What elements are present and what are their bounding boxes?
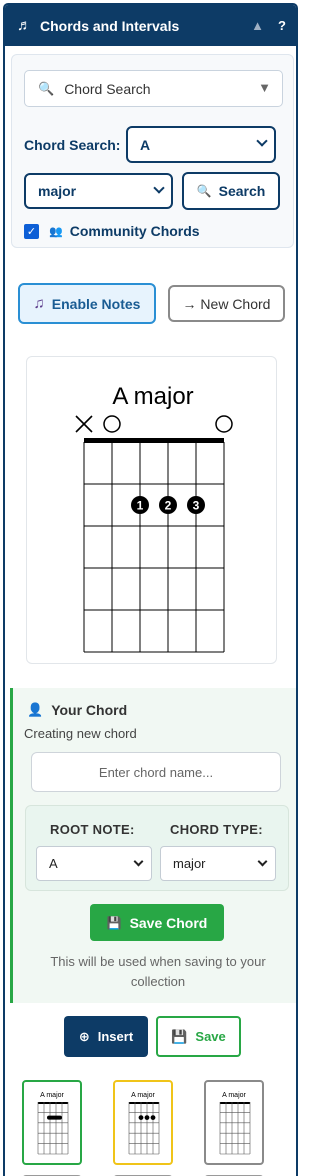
search-icon: 🔍	[38, 80, 55, 96]
search-button[interactable]: 🔍 Search	[182, 172, 280, 210]
your-chord-section: 👤 Your Chord Creating new chord Enter ch…	[10, 688, 296, 1003]
music-note-icon: ♫	[33, 295, 45, 312]
insert-button[interactable]: ⊕ Insert	[64, 1016, 148, 1057]
save-chord-button[interactable]: 💾 Save Chord	[90, 904, 224, 941]
chord-diagram-title: A major	[112, 383, 193, 410]
search-mode-label: Chord Search	[64, 80, 151, 97]
your-root-note-select[interactable]: A	[36, 846, 152, 881]
thumbnail-diagram: A major	[37, 1092, 69, 1155]
dropdown-caret-icon: ▼	[258, 80, 271, 95]
chord-diagram-card: A major 1 2 3	[26, 356, 277, 664]
collapse-icon[interactable]: ▲	[251, 18, 264, 33]
chevron-down-icon	[133, 856, 144, 867]
your-root-note-value: A	[49, 856, 58, 871]
enable-notes-button[interactable]: ♫ Enable Notes	[18, 283, 156, 324]
search-card: 🔍 Chord Search ▼ Chord Search: A major 🔍…	[11, 54, 294, 248]
thumbnail-diagram: A major	[219, 1092, 251, 1155]
chord-attributes-card: ROOT NOTE: CHORD TYPE: A major	[25, 805, 289, 891]
search-mode-select[interactable]: 🔍 Chord Search ▼	[24, 70, 283, 107]
finger-number: 1	[137, 499, 144, 513]
people-icon: 👥	[49, 225, 63, 238]
thumbnail-title: A major	[40, 1092, 64, 1099]
thumbnail-title: A major	[222, 1092, 246, 1099]
person-icon: 👤	[27, 702, 44, 717]
plus-circle-icon: ⊕	[78, 1028, 90, 1044]
save-hint: This will be used when saving to your co…	[50, 954, 266, 989]
panel-title: Chords and Intervals	[40, 17, 180, 34]
checkbox-checked-icon[interactable]: ✓	[24, 223, 39, 239]
chevron-down-icon	[153, 182, 165, 194]
root-note-select[interactable]: A	[126, 126, 276, 163]
your-chord-title: 👤 Your Chord	[27, 702, 127, 718]
thumbnail-diagram: A major	[128, 1092, 160, 1155]
finger-number: 2	[165, 499, 172, 513]
your-chord-heading: Your Chord	[51, 702, 128, 718]
search-button-label: Search	[218, 183, 266, 199]
thumbnail-title: A major	[131, 1092, 155, 1099]
chevron-down-icon	[256, 135, 268, 147]
your-chord-type-select[interactable]: major	[160, 846, 276, 881]
your-chord-status: Creating new chord	[24, 726, 137, 741]
chord-type-select[interactable]: major	[24, 173, 173, 209]
help-button[interactable]: ?	[278, 18, 286, 33]
chord-thumbnail[interactable]: A major	[113, 1080, 173, 1165]
chevron-down-icon	[257, 856, 268, 867]
open-string-icon	[215, 415, 233, 433]
search-icon: 🔍	[196, 184, 212, 198]
insert-label: Insert	[97, 1029, 134, 1044]
new-chord-button[interactable]: → New Chord	[168, 285, 285, 322]
enable-notes-label: Enable Notes	[51, 295, 141, 312]
nut	[84, 438, 224, 443]
chord-thumbnail[interactable]: A major	[22, 1080, 82, 1165]
root-note-label: ROOT NOTE:	[50, 822, 135, 837]
floppy-disk-icon: 💾	[106, 915, 122, 930]
open-string-icon	[103, 415, 121, 433]
finger-number: 3	[193, 499, 200, 513]
panel-header: ♬ Chords and Intervals ▲ ?	[5, 5, 296, 46]
save-button[interactable]: 💾 Save	[156, 1016, 241, 1057]
music-note-icon: ♬	[17, 17, 32, 34]
save-label: Save	[195, 1029, 226, 1044]
chord-type-label: CHORD TYPE:	[170, 822, 263, 837]
chords-panel: ♬ Chords and Intervals ▲ ? 🔍 Chord Searc…	[3, 3, 298, 1176]
chord-name-input[interactable]: Enter chord name...	[31, 752, 281, 792]
community-chords-toggle[interactable]: ✓ 👥 Community Chords	[24, 223, 200, 239]
your-chord-type-value: major	[173, 856, 206, 871]
chord-diagram: A major 1 2 3	[36, 366, 268, 656]
save-chord-label: Save Chord	[129, 914, 208, 931]
root-note-value: A	[140, 136, 151, 153]
community-chords-label: Community Chords	[69, 223, 200, 239]
chord-search-label: Chord Search:	[24, 137, 121, 153]
chord-type-value: major	[38, 183, 77, 199]
floppy-disk-icon: 💾	[171, 1028, 188, 1044]
chord-thumbnail[interactable]: A major	[204, 1080, 264, 1165]
